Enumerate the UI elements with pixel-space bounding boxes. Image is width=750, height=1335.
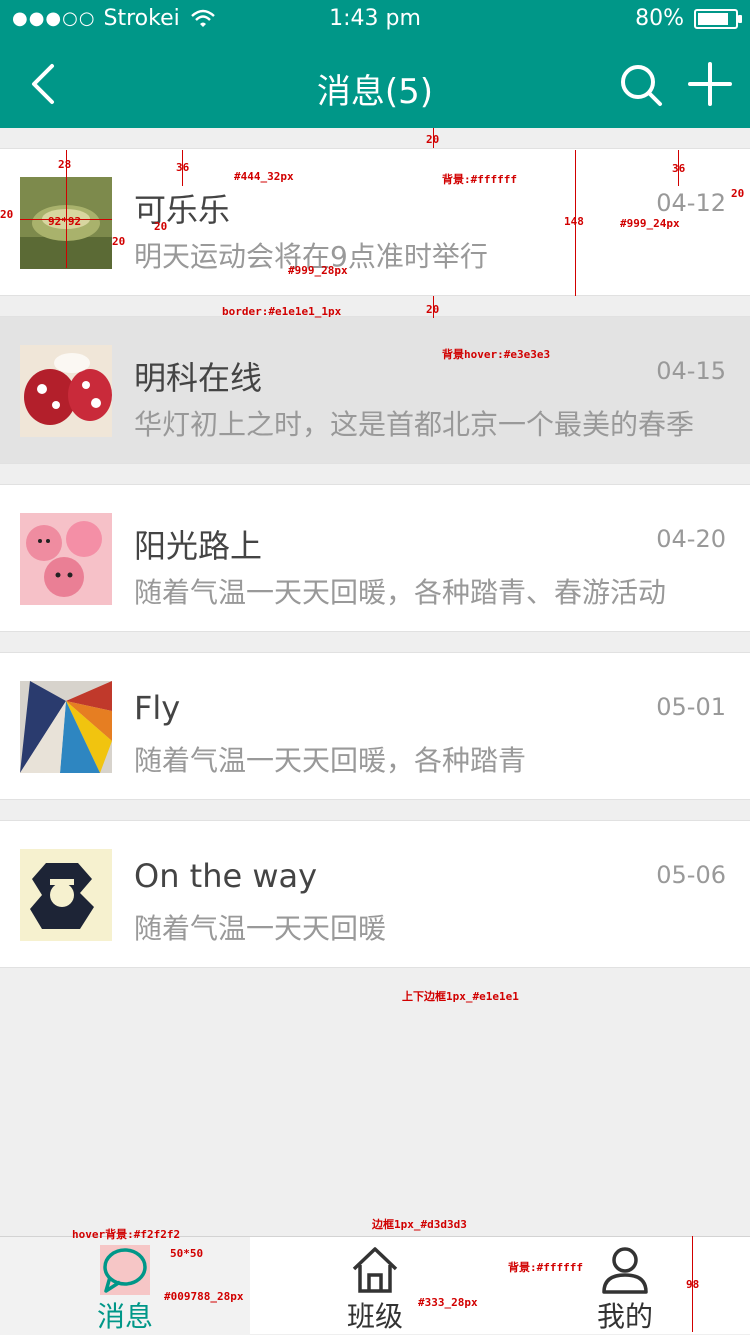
message-item[interactable]: 明科在线 华灯初上之时，这是首都北京一个最美的春季 04-15	[0, 316, 750, 464]
anno-tab-border: 边框1px_#d3d3d3	[372, 1218, 467, 1231]
tab-profile[interactable]: 我的	[500, 1237, 750, 1335]
status-bar: ●●●○○ Strokei 1:43 pm 80%	[0, 0, 750, 40]
battery: 80%	[635, 6, 742, 31]
search-icon[interactable]	[618, 62, 666, 110]
anno-tab-hover: hover背景:#f2f2f2	[72, 1228, 181, 1241]
anno-148: 148	[564, 215, 584, 228]
anno-tab-bg: 背景:#ffffff	[508, 1261, 583, 1274]
message-name: 明科在线	[134, 359, 263, 397]
message-date: 04-12	[656, 189, 726, 217]
home-icon	[352, 1247, 398, 1293]
message-preview: 随着气温一天天回暖	[134, 912, 387, 945]
tab-label: 我的	[596, 1300, 653, 1333]
avatar	[20, 849, 112, 941]
message-date: 04-15	[656, 357, 726, 385]
anno-999-28: #999_28px	[288, 264, 348, 277]
anno-20-gap-right: 20	[112, 235, 126, 248]
message-date: 04-20	[656, 525, 726, 553]
anno-border: border:#e1e1e1_1px	[222, 305, 342, 318]
message-item[interactable]: Fly 随着气温一天天回暖，各种踏青 05-01	[0, 652, 750, 800]
anno-999-24: #999_24px	[620, 217, 680, 230]
anno-36-right: 36	[672, 162, 686, 175]
anno-36-left: 36	[176, 161, 190, 174]
avatar	[20, 681, 112, 773]
anno-28: 28	[58, 158, 72, 171]
tab-class[interactable]: 班级	[250, 1237, 500, 1335]
message-preview: 随着气温一天天回暖，各种踏青	[134, 744, 527, 777]
message-name: Fly	[134, 689, 181, 727]
anno-gap-top: 20	[426, 133, 440, 146]
anno-20-left: 20	[0, 208, 14, 221]
message-date: 05-06	[656, 861, 726, 889]
nav-bar: 消息(5)	[0, 40, 750, 128]
avatar	[20, 345, 112, 437]
anno-92: 92*92	[48, 215, 82, 228]
anno-444: #444_32px	[234, 170, 294, 183]
tab-bar: 消息 班级 我的	[0, 1236, 750, 1335]
anno-border-list: 上下边框1px_#e1e1e1	[402, 990, 519, 1003]
message-name: 可乐乐	[134, 191, 231, 229]
battery-percent: 80%	[635, 6, 684, 31]
message-preview: 随着气温一天天回暖，各种踏青、春游活动	[134, 576, 667, 609]
tab-messages[interactable]: 消息	[0, 1237, 250, 1335]
anno-333: #333_28px	[418, 1296, 478, 1309]
message-name: On the way	[134, 857, 318, 895]
message-item[interactable]: 阳光路上 随着气温一天天回暖，各种踏青、春游活动 04-20	[0, 484, 750, 632]
user-icon	[602, 1247, 648, 1294]
battery-icon	[694, 8, 742, 29]
message-date: 05-01	[656, 693, 726, 721]
message-list: 可乐乐 明天运动会将在9点准时举行 04-12 明科在线 华灯初上之时，这是首都…	[0, 148, 750, 988]
anno-gap-bottom: 20	[426, 303, 440, 316]
add-icon[interactable]	[686, 60, 734, 108]
anno-20-right: 20	[731, 187, 745, 200]
anno-icon-size: 50*50	[170, 1247, 204, 1260]
anno-98: 98	[686, 1278, 700, 1291]
chat-bubble-icon	[100, 1245, 150, 1295]
message-item[interactable]: On the way 随着气温一天天回暖 05-06	[0, 820, 750, 968]
anno-brand-text: #009788_28px	[164, 1290, 244, 1303]
message-name: 阳光路上	[134, 527, 263, 565]
anno-hover: 背景hover:#e3e3e3	[442, 348, 551, 361]
anno-20-gap: 20	[154, 220, 168, 233]
message-preview: 华灯初上之时，这是首都北京一个最美的春季	[134, 408, 695, 441]
top-bar: ●●●○○ Strokei 1:43 pm 80% 消息(5)	[0, 0, 750, 128]
avatar	[20, 513, 112, 605]
anno-bg: 背景:#ffffff	[442, 173, 517, 186]
